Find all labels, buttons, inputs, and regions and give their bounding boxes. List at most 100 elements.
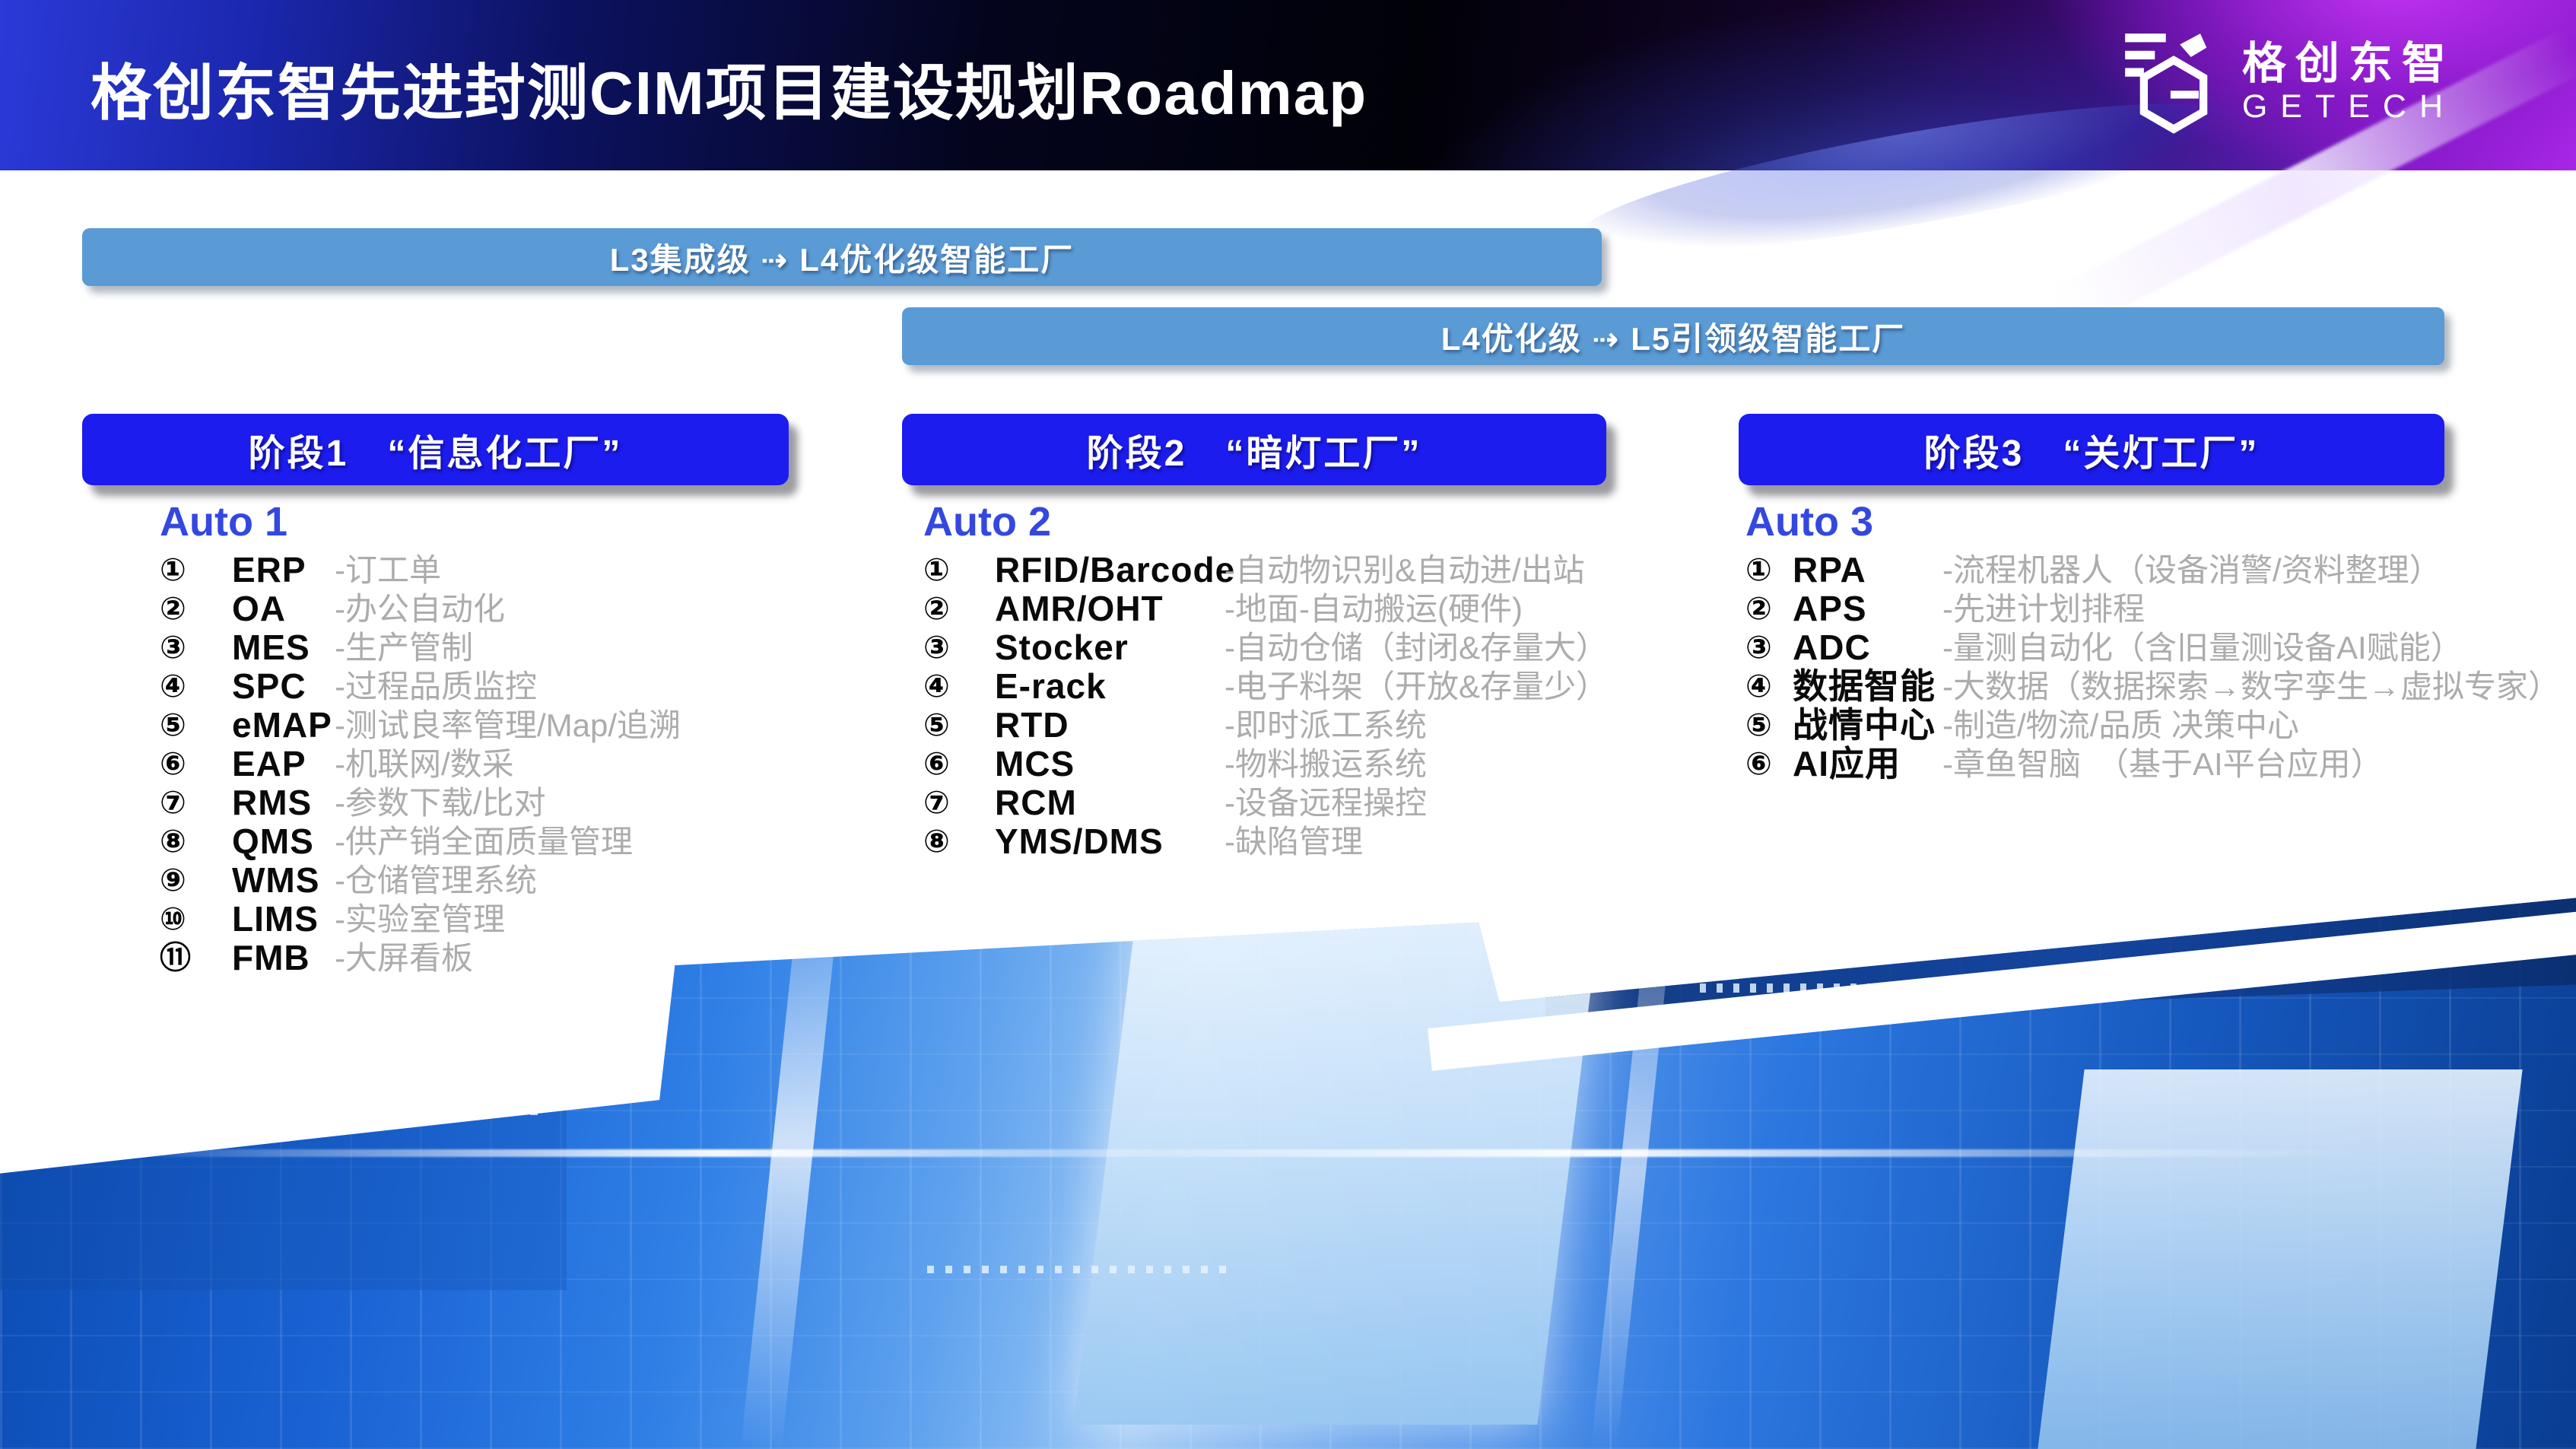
circuit-light-slab <box>1074 873 1606 1425</box>
item-description: -自动仓储（封闭&存量大） <box>1224 628 1608 667</box>
circuit-glow-line <box>741 837 846 1449</box>
logo-name-cn: 格创东智 <box>2242 40 2456 88</box>
list-item: ⑪FMB-大屏看板 <box>160 939 287 977</box>
page-title: 格创东智先进封测CIM项目建设规划Roadmap <box>91 44 1367 132</box>
item-description: -机联网/数采 <box>335 745 514 783</box>
item-description: -地面-自动搬运(硬件) <box>1224 589 1523 628</box>
getech-hexagon-logo-icon <box>2125 30 2222 135</box>
item-acronym: OA <box>232 589 286 628</box>
item-description: -量测自动化（含旧量测设备AI赋能） <box>1942 628 2463 667</box>
list-item: ④数据智能-大数据（数据探索→数字孪生→虚拟专家） <box>1745 667 1873 706</box>
list-item: ②AMR/OHT-地面-自动搬运(硬件) <box>923 589 1051 628</box>
item-description: -办公自动化 <box>335 589 505 628</box>
item-acronym: RPA <box>1793 551 1866 589</box>
item-number: ④ <box>160 667 186 706</box>
item-acronym: LIMS <box>232 900 319 939</box>
stage1-auto-title: Auto 1 <box>160 499 287 549</box>
item-description: -生产管制 <box>335 628 473 667</box>
item-acronym: RFID/Barcode <box>995 551 1235 589</box>
logo-text: 格创东智 GETECH <box>2242 40 2456 126</box>
item-number: ③ <box>160 628 186 667</box>
item-acronym: 数据智能 <box>1793 667 1936 706</box>
item-acronym: ERP <box>232 551 307 589</box>
stage3-system-list: Auto 3 ①RPA-流程机器人（设备消警/资料整理）②APS-先进计划排程③… <box>1745 499 1873 783</box>
list-item: ⑤eMAP-测试良率管理/Map/追溯 <box>160 706 287 745</box>
item-number: ⑨ <box>160 861 186 900</box>
item-number: ⑦ <box>160 783 186 822</box>
list-item: ⑥AI应用-章鱼智脑 （基于AI平台应用） <box>1745 745 1873 783</box>
item-number: ④ <box>1745 667 1772 706</box>
list-item: ⑩LIMS-实验室管理 <box>160 900 287 939</box>
stage3-header: 阶段3 “关灯工厂” <box>1739 414 2444 485</box>
item-acronym: MCS <box>995 745 1075 783</box>
item-description: -即时派工系统 <box>1224 706 1427 745</box>
item-acronym: APS <box>1793 589 1867 628</box>
stage3-auto-title: Auto 3 <box>1745 499 1873 549</box>
item-number: ② <box>923 589 950 628</box>
list-item: ⑤RTD-即时派工系统 <box>923 706 1051 745</box>
logo-name-en: GETECH <box>2242 88 2456 126</box>
stage2-auto-title: Auto 2 <box>923 499 1051 549</box>
stage2-system-list: Auto 2 ①RFID/Barcode-自动物识别&自动进/出站②AMR/OH… <box>923 499 1051 861</box>
list-item: ④E-rack-电子料架（开放&存量少） <box>923 667 1051 706</box>
item-number: ⑧ <box>923 822 950 861</box>
item-description: -订工单 <box>335 551 441 589</box>
item-description: -实验室管理 <box>335 900 505 939</box>
list-item: ④SPC-过程品质监控 <box>160 667 287 706</box>
slide: 格创东智先进封测CIM项目建设规划Roadmap 格创东智 GETECH L3集… <box>0 0 2576 1449</box>
circuit-light-slab <box>2038 1069 2522 1449</box>
item-number: ⑦ <box>923 783 950 822</box>
item-acronym: WMS <box>232 861 319 900</box>
item-acronym: Stocker <box>995 628 1129 667</box>
list-item: ②APS-先进计划排程 <box>1745 589 1873 628</box>
item-number: ⑤ <box>160 706 186 745</box>
item-description: -设备远程操控 <box>1224 783 1427 822</box>
item-acronym: RCM <box>995 783 1077 822</box>
item-description: -流程机器人（设备消警/资料整理） <box>1942 551 2441 589</box>
circuit-dark-block <box>0 1008 567 1289</box>
item-number: ③ <box>923 628 950 667</box>
item-acronym: AMR/OHT <box>995 589 1164 628</box>
item-number: ⑤ <box>923 706 950 745</box>
item-description: -参数下载/比对 <box>335 783 546 822</box>
item-acronym: RTD <box>995 706 1069 745</box>
item-number: ② <box>160 589 186 628</box>
stage1-system-list: Auto 1 ①ERP-订工单②OA-办公自动化③MES-生产管制④SPC-过程… <box>160 499 287 977</box>
list-item: ①RPA-流程机器人（设备消警/资料整理） <box>1745 551 1873 589</box>
item-description: -章鱼智脑 （基于AI平台应用） <box>1942 745 2383 783</box>
item-number: ⑥ <box>160 745 186 783</box>
item-description: -缺陷管理 <box>1224 822 1363 861</box>
list-item: ②OA-办公自动化 <box>160 589 287 628</box>
item-acronym: ADC <box>1793 628 1871 667</box>
list-item: ①ERP-订工单 <box>160 551 287 589</box>
stage2-header: 阶段2 “暗灯工厂” <box>902 414 1606 485</box>
company-logo: 格创东智 GETECH <box>2125 30 2456 135</box>
item-description: -供产销全面质量管理 <box>335 822 633 861</box>
item-acronym: 战情中心 <box>1793 706 1936 745</box>
list-item: ③ADC-量测自动化（含旧量测设备AI赋能） <box>1745 628 1873 667</box>
item-description: -先进计划排程 <box>1942 589 2145 628</box>
list-item: ⑥MCS-物料搬运系统 <box>923 745 1051 783</box>
item-description: -仓储管理系统 <box>335 861 537 900</box>
item-number: ⑪ <box>160 939 191 977</box>
item-acronym: FMB <box>232 939 310 977</box>
level-bar-l3-to-l4: L3集成级 ⇢ L4优化级智能工厂 <box>82 228 1602 286</box>
item-number: ① <box>923 551 950 589</box>
item-description: -制造/物流/品质 决策中心 <box>1942 706 2299 745</box>
item-acronym: eMAP <box>232 706 332 745</box>
item-number: ⑥ <box>1745 745 1772 783</box>
item-number: ① <box>1745 551 1772 589</box>
list-item: ⑨WMS-仓储管理系统 <box>160 861 287 900</box>
level-bar-l4-to-l5: L4优化级 ⇢ L5引领级智能工厂 <box>902 307 2444 365</box>
list-item: ⑥EAP-机联网/数采 <box>160 745 287 783</box>
item-number: ③ <box>1745 628 1772 667</box>
item-number: ① <box>160 551 186 589</box>
item-description: -物料搬运系统 <box>1224 745 1427 783</box>
item-number: ④ <box>923 667 950 706</box>
list-item: ①RFID/Barcode-自动物识别&自动进/出站 <box>923 551 1051 589</box>
circuit-dot-row <box>927 1266 1236 1273</box>
stage1-header: 阶段1 “信息化工厂” <box>82 414 789 485</box>
list-item: ③Stocker-自动仓储（封闭&存量大） <box>923 628 1051 667</box>
item-acronym: QMS <box>232 822 314 861</box>
item-number: ⑧ <box>160 822 186 861</box>
